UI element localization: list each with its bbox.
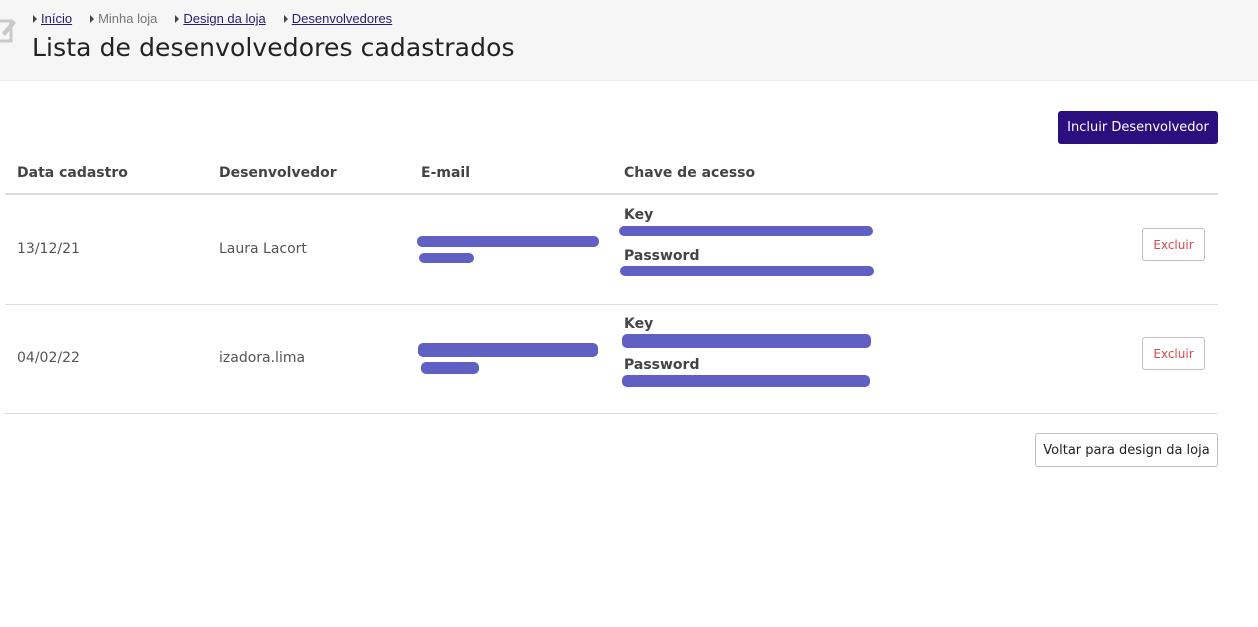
breadcrumb-link-desenvolvedores[interactable]: Desenvolvedores	[292, 11, 392, 26]
row-developer-name: izadora.lima	[219, 350, 306, 366]
breadcrumb-link-design-da-loja[interactable]: Design da loja	[183, 11, 265, 26]
email-redaction	[418, 343, 598, 357]
row-date: 13/12/21	[17, 241, 80, 257]
key-redaction	[622, 334, 871, 348]
password-redaction	[622, 375, 870, 387]
breadcrumb-text-minha-loja: Minha loja	[98, 11, 158, 26]
password-redaction	[620, 266, 874, 276]
breadcrumb-item-desenvolvedores: Desenvolvedores	[283, 11, 392, 26]
caret-right-icon	[283, 14, 288, 23]
delete-button[interactable]: Excluir	[1142, 228, 1205, 261]
table-header: Data cadastro Desenvolvedor E-mail Chave…	[5, 157, 1218, 195]
caret-right-icon	[175, 14, 180, 23]
key-redaction	[619, 226, 873, 236]
back-to-store-design-button[interactable]: Voltar para design da loja	[1035, 433, 1218, 467]
column-header-developer: Desenvolvedor	[219, 165, 337, 181]
row-developer-name: Laura Lacort	[219, 241, 307, 257]
breadcrumb-item-design-da-loja: Design da loja	[175, 11, 266, 26]
breadcrumb-link-inicio[interactable]: Início	[41, 11, 72, 26]
breadcrumb-item-inicio: Início	[33, 11, 72, 26]
page-header: Início Minha loja Design da loja Desenvo…	[0, 0, 1258, 81]
caret-right-icon	[90, 14, 95, 23]
row-date: 04/02/22	[17, 350, 80, 366]
add-developer-button[interactable]: Incluir Desenvolvedor	[1058, 111, 1218, 144]
password-label: Password	[624, 248, 700, 264]
column-header-access-key: Chave de acesso	[624, 165, 756, 181]
table-row: 13/12/21 Laura Lacort Key Password Exclu…	[5, 196, 1218, 305]
key-label: Key	[624, 316, 654, 332]
breadcrumb: Início Minha loja Design da loja Desenvo…	[33, 11, 410, 26]
column-header-email: E-mail	[421, 165, 471, 181]
key-label: Key	[624, 207, 654, 223]
password-label: Password	[624, 357, 700, 373]
email-redaction	[417, 236, 599, 247]
delete-button[interactable]: Excluir	[1142, 337, 1205, 370]
table-row: 04/02/22 izadora.lima Key Password Exclu…	[5, 305, 1218, 414]
column-header-date: Data cadastro	[17, 165, 128, 181]
page-title: Lista de desenvolvedores cadastrados	[32, 33, 515, 62]
email-redaction	[421, 362, 479, 374]
breadcrumb-item-minha-loja: Minha loja	[90, 11, 157, 26]
email-redaction	[419, 253, 474, 263]
caret-right-icon	[33, 14, 37, 23]
edit-icon	[0, 19, 16, 43]
